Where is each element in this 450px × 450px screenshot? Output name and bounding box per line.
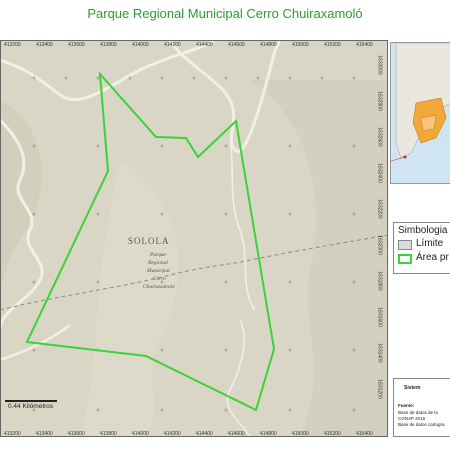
sources-line2: Base de datos de la [398, 410, 438, 415]
park-label-line5: Chuiraxamoló [143, 284, 175, 290]
x-tick-label-bottom: 415000 [292, 431, 309, 437]
map-title: Parque Regional Municipal Cerro Chuiraxa… [87, 6, 363, 21]
park-label-line3: Municipal [147, 268, 170, 274]
x-tick-label-top: 413200 [4, 42, 21, 48]
legend-item-label: Área pr [416, 252, 449, 263]
park-label-line2: Regional [148, 260, 168, 266]
legend-panel: Simbologia Límite Área pr [393, 222, 450, 274]
y-tick-label: 1633000 [376, 55, 383, 75]
municipality-label: SOLOLA [128, 236, 170, 246]
x-tick-label-bottom: 413400 [36, 431, 53, 437]
legend-title: Simbologia [398, 225, 448, 236]
y-tick-label: 1632400 [376, 163, 383, 183]
x-tick-label-top: 415000 [292, 42, 309, 48]
park-label-line4: Cerro [153, 276, 166, 282]
y-tick-label: 1632600 [376, 127, 383, 147]
scale-bar [5, 400, 57, 402]
sources-line3: CONAP 2016 [398, 416, 426, 421]
x-tick-label-bottom: 413600 [68, 431, 85, 437]
x-tick-label-top: 414600 [228, 42, 245, 48]
y-tick-label: 1631200 [376, 379, 383, 399]
sources-line1: Fuente: [398, 403, 415, 408]
locator-inset-map[interactable] [390, 42, 450, 184]
x-tick-label-bottom: 413200 [4, 431, 21, 437]
y-tick-label: 1632800 [376, 91, 383, 111]
x-tick-label-bottom: 414000 [132, 431, 149, 437]
x-tick-label-top: 414000 [132, 42, 149, 48]
x-tick-label-top: 414200 [164, 42, 181, 48]
y-tick-label: 1632200 [376, 199, 383, 219]
y-tick-label: 1631800 [376, 271, 383, 291]
x-tick-label-bottom: 414600 [228, 431, 245, 437]
sources-line4: Base de datos cartogra [398, 422, 445, 427]
x-tick-label-top: 415400 [356, 42, 373, 48]
x-tick-label-bottom: 414400 [196, 431, 213, 437]
x-tick-label-top: 413400 [36, 42, 53, 48]
x-tick-label-top: 414800 [260, 42, 277, 48]
sources-panel: Sistem Fuente: Base de datos de la CONAP… [393, 378, 450, 437]
y-tick-label: 1631400 [376, 343, 383, 363]
limite-swatch [398, 240, 412, 250]
scale-label: 0.44 Kilómetros [8, 403, 54, 410]
x-tick-label-bottom: 415400 [356, 431, 373, 437]
x-tick-label-top: 415200 [324, 42, 341, 48]
x-tick-label-top: 413800 [100, 42, 117, 48]
locator-map-graphic [391, 43, 450, 183]
y-tick-label: 1631600 [376, 307, 383, 327]
x-tick-label-top: 414400 [196, 42, 213, 48]
x-tick-label-top: 413600 [68, 42, 85, 48]
terrain-map [0, 40, 388, 437]
main-map[interactable]: SOLOLA Parque Regional Municipal Cerro C… [0, 40, 388, 437]
x-tick-label-bottom: 414800 [260, 431, 277, 437]
sources-header: Sistem [404, 385, 421, 391]
x-tick-label-bottom: 413800 [100, 431, 117, 437]
y-tick-label: 1632000 [376, 235, 383, 255]
x-tick-label-bottom: 414200 [164, 431, 181, 437]
park-label-line1: Parque [150, 252, 166, 258]
area-swatch [398, 254, 412, 264]
x-tick-label-bottom: 415200 [324, 431, 341, 437]
legend-item-label: Límite [416, 238, 444, 249]
